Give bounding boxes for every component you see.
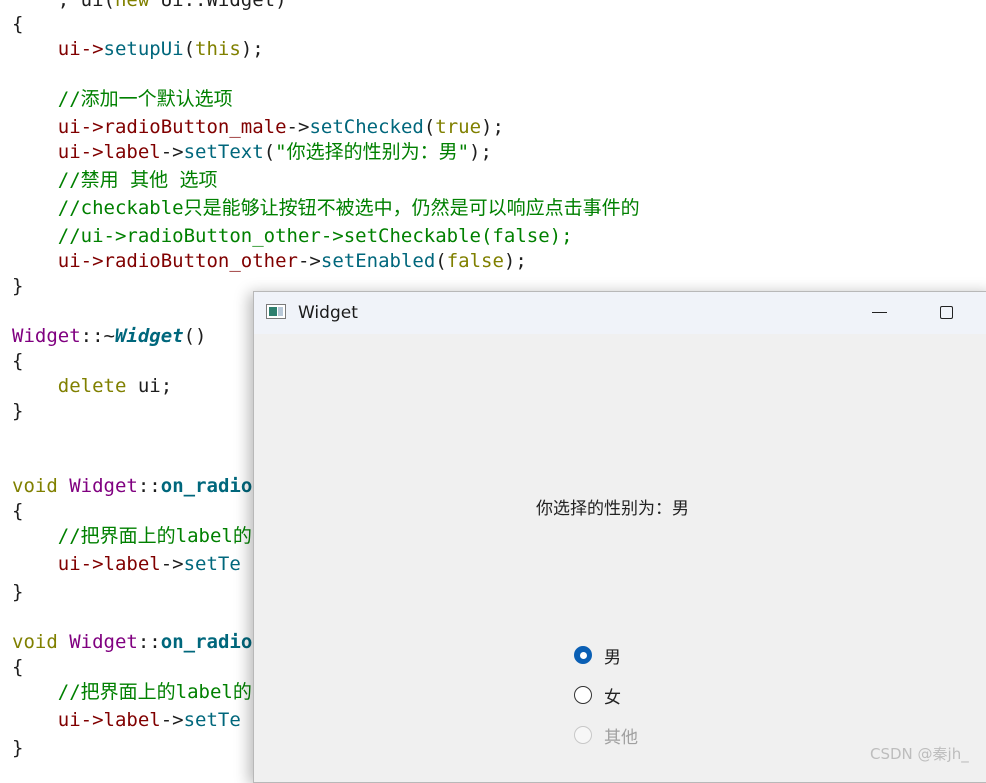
code-line: } [12, 275, 24, 297]
code-comment: //ui->radioButton_other->setCheckable(fa… [12, 225, 573, 247]
code-line: ui->label->setText("你选择的性别为：男"); [12, 141, 492, 163]
code-line: ui->label->setTe [12, 553, 241, 575]
csdn-watermark: CSDN @秦jh_ [870, 745, 969, 763]
widget-window[interactable]: Widget 你选择的性别为：男 男 女 其他 [253, 291, 986, 783]
code-line: ui->radioButton_other->setEnabled(false)… [12, 250, 527, 272]
code-line: } [12, 581, 24, 603]
minimize-button[interactable] [848, 292, 910, 334]
radio-other: 其他 [574, 722, 638, 748]
code-line: { [12, 656, 24, 678]
code-comment: //添加一个默认选项 [12, 88, 233, 110]
code-comment: //把界面上的label的 [12, 525, 252, 547]
code-line: Widget::~Widget() [12, 325, 207, 347]
code-line: , ui(new Ui::Widget) [12, 0, 287, 11]
code-comment: //checkable只是能够让按钮不被选中，仍然是可以响应点击事件的 [12, 197, 640, 219]
radio-male[interactable]: 男 [574, 642, 621, 668]
radio-female-label[interactable]: 女 [604, 683, 621, 708]
radio-female[interactable]: 女 [574, 682, 621, 708]
gender-result-label: 你选择的性别为：男 [536, 499, 689, 519]
code-line: ui->radioButton_male->setChecked(true); [12, 116, 504, 138]
code-line: } [12, 737, 24, 759]
radio-disabled-icon [574, 726, 592, 744]
app-window-icon [266, 304, 286, 319]
radio-other-label: 其他 [604, 727, 638, 748]
code-line: void Widget::on_radio [12, 631, 253, 653]
code-line: void Widget::on_radio [12, 475, 253, 497]
maximize-button[interactable] [916, 292, 978, 334]
radio-checked-icon[interactable] [574, 646, 592, 664]
window-titlebar[interactable]: Widget [254, 292, 986, 334]
code-line: } [12, 400, 24, 422]
radio-unchecked-icon[interactable] [574, 686, 592, 704]
code-comment: //禁用 其他 选项 [12, 169, 218, 191]
code-line: { [12, 13, 24, 35]
code-line: delete ui; [57, 375, 173, 397]
code-line: { [12, 500, 24, 522]
code-line: { [12, 350, 24, 372]
code-comment: //把界面上的label的 [12, 681, 252, 703]
code-line: ui->label->setTe [12, 709, 241, 731]
window-title: Widget [298, 303, 358, 323]
code-line: ui->setupUi(this); [12, 38, 264, 60]
radio-male-label[interactable]: 男 [604, 643, 621, 668]
